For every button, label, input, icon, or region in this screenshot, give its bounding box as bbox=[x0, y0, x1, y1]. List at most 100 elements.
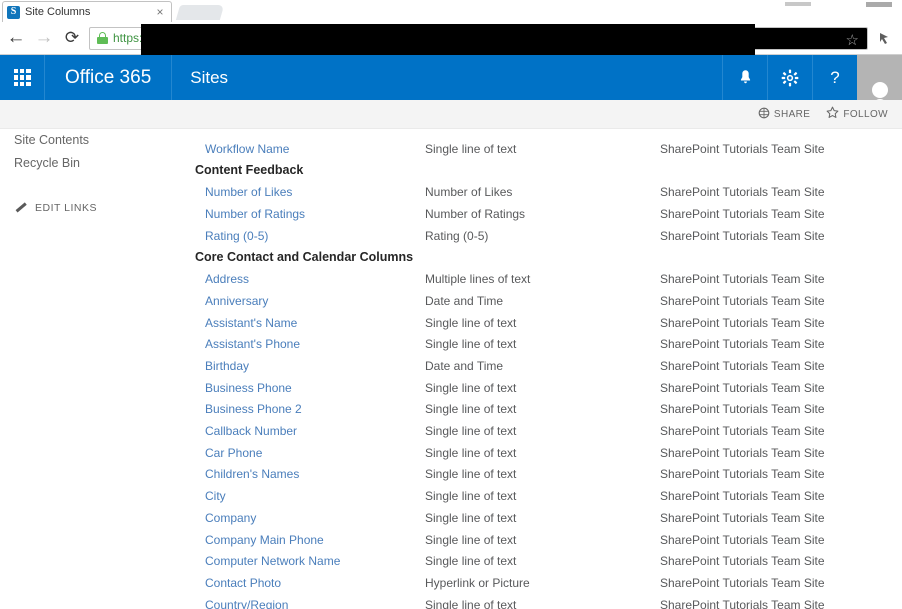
avatar[interactable] bbox=[857, 55, 902, 100]
column-name-link[interactable]: Anniversary bbox=[205, 294, 268, 308]
column-name-link[interactable]: Company Main Phone bbox=[205, 533, 324, 547]
column-source-cell: SharePoint Tutorials Team Site bbox=[660, 575, 825, 590]
column-name-link[interactable]: Assistant's Phone bbox=[205, 337, 300, 351]
column-source-cell: SharePoint Tutorials Team Site bbox=[660, 424, 825, 439]
column-source-cell: SharePoint Tutorials Team Site bbox=[660, 206, 825, 221]
table-row: Birthday Date and Time SharePoint Tutorial… bbox=[195, 355, 902, 377]
follow-button[interactable]: FOLLOW bbox=[826, 106, 888, 122]
column-name-link[interactable]: Car Phone bbox=[205, 446, 262, 460]
tab-title: Site Columns bbox=[25, 6, 91, 18]
column-name-cell: Callback Number bbox=[195, 424, 425, 438]
table-row: Anniversary Date and Time SharePoint Tutor… bbox=[195, 290, 902, 312]
sidebar-item-recycle-bin[interactable]: Recycle Bin bbox=[14, 152, 195, 175]
column-name-cell: Rating (0-5) bbox=[195, 229, 425, 243]
table-row bbox=[195, 129, 902, 138]
column-name-link[interactable]: Birthday bbox=[205, 359, 249, 373]
share-button[interactable]: SHARE bbox=[758, 107, 810, 122]
table-row: Assistant's Name Single line of text Share… bbox=[195, 312, 902, 334]
extension-icon[interactable] bbox=[874, 24, 898, 52]
table-row: Business Phone Single line of text SharePo… bbox=[195, 377, 902, 399]
table-row: Number of Likes Number of Likes SharePoint… bbox=[195, 181, 902, 203]
column-source-cell: SharePoint Tutorials Team Site bbox=[660, 315, 825, 330]
tab-strip: Site Columns × bbox=[0, 0, 902, 22]
app-launcher-button[interactable] bbox=[0, 55, 45, 100]
column-name-link[interactable]: Business Phone 2 bbox=[205, 402, 302, 416]
column-name-link[interactable]: Number of Ratings bbox=[205, 207, 305, 221]
table-row: Rating (0-5) Rating (0-5) SharePoint Tutor… bbox=[195, 225, 902, 247]
column-name-link[interactable]: Country/Region bbox=[205, 598, 288, 609]
site-columns-list: Workflow Name Single line of text SharePoi… bbox=[195, 129, 902, 609]
browser-chrome: Site Columns × ← → ⟳ https: ☆ bbox=[0, 0, 902, 55]
column-source-cell: SharePoint Tutorials Team Site bbox=[660, 380, 825, 395]
help-icon[interactable]: ? bbox=[812, 55, 857, 100]
column-source-cell: SharePoint Tutorials Team Site bbox=[660, 185, 825, 200]
gear-icon[interactable] bbox=[767, 55, 812, 100]
column-source-cell: SharePoint Tutorials Team Site bbox=[660, 141, 825, 156]
column-source-cell: SharePoint Tutorials Team Site bbox=[660, 228, 825, 243]
share-icon bbox=[758, 107, 770, 122]
column-type-cell: Rating (0-5) bbox=[425, 228, 489, 243]
edit-links-button[interactable]: EDIT LINKS bbox=[14, 201, 195, 214]
column-name-cell: Address bbox=[195, 272, 425, 286]
sites-link[interactable]: Sites bbox=[172, 55, 246, 100]
column-name-cell: Anniversary bbox=[195, 294, 425, 308]
column-source-cell: SharePoint Tutorials Team Site bbox=[660, 272, 825, 287]
column-name-cell: Country/Region bbox=[195, 598, 425, 609]
share-label: SHARE bbox=[773, 108, 811, 120]
column-name-link[interactable]: Contact Photo bbox=[205, 576, 281, 590]
column-source-cell: SharePoint Tutorials Team Site bbox=[660, 597, 825, 609]
sidebar-item-site-contents[interactable]: Site Contents bbox=[14, 129, 195, 152]
new-tab-button[interactable] bbox=[175, 5, 225, 20]
column-name-cell: Children's Names bbox=[195, 467, 425, 481]
column-source-cell: SharePoint Tutorials Team Site bbox=[660, 489, 825, 504]
column-type-cell: Single line of text bbox=[425, 597, 517, 609]
column-source-cell: SharePoint Tutorials Team Site bbox=[660, 510, 825, 525]
column-name-link[interactable]: Number of Likes bbox=[205, 185, 292, 199]
column-name-cell: Business Phone bbox=[195, 381, 425, 395]
follow-label: FOLLOW bbox=[843, 108, 888, 120]
group-header-row: Core Contact and Calendar Columns bbox=[195, 246, 902, 268]
table-row: Company Main Phone Single line of text Sha… bbox=[195, 529, 902, 551]
column-name-link[interactable]: Assistant's Name bbox=[205, 316, 297, 330]
column-name-link[interactable]: Children's Names bbox=[205, 467, 299, 481]
column-source-cell: SharePoint Tutorials Team Site bbox=[660, 402, 825, 417]
column-name-cell: Assistant's Phone bbox=[195, 337, 425, 351]
back-icon[interactable]: ← bbox=[2, 24, 30, 52]
group-label: Core Contact and Calendar Columns bbox=[195, 250, 414, 265]
column-type-cell: Number of Likes bbox=[425, 185, 513, 200]
avatar-silhouette-icon bbox=[871, 82, 888, 98]
column-name-cell: City bbox=[195, 489, 425, 503]
column-name-link[interactable]: Business Phone bbox=[205, 381, 292, 395]
column-source-cell: SharePoint Tutorials Team Site bbox=[660, 467, 825, 482]
star-outline-icon bbox=[826, 106, 839, 122]
column-name-cell: Workflow Name bbox=[195, 142, 425, 156]
column-name-link[interactable]: City bbox=[205, 489, 226, 503]
left-navigation: Site Contents Recycle Bin EDIT LINKS bbox=[0, 129, 195, 609]
column-name-link[interactable]: Callback Number bbox=[205, 424, 297, 438]
column-name-link[interactable]: Address bbox=[205, 272, 249, 286]
office365-suite-bar: Office 365 Sites ? bbox=[0, 55, 902, 100]
column-type-cell: Single line of text bbox=[425, 424, 517, 439]
url-redaction-overlay bbox=[141, 24, 755, 55]
table-row: Company Single line of text SharePoint Tut… bbox=[195, 507, 902, 529]
forward-icon[interactable]: → bbox=[30, 24, 58, 52]
site-columns-rows: Workflow Name Single line of text SharePoi… bbox=[195, 129, 902, 609]
column-name-cell: Car Phone bbox=[195, 446, 425, 460]
column-type-cell: Single line of text bbox=[425, 315, 517, 330]
column-name-link[interactable]: Company bbox=[205, 511, 256, 525]
column-name-link[interactable]: Computer Network Name bbox=[205, 554, 340, 568]
table-row: Car Phone Single line of text SharePoint T… bbox=[195, 442, 902, 464]
column-type-cell: Single line of text bbox=[425, 402, 517, 417]
column-name-link[interactable]: Workflow Name bbox=[205, 142, 289, 156]
column-source-cell: SharePoint Tutorials Team Site bbox=[660, 359, 825, 374]
browser-tab[interactable]: Site Columns × bbox=[2, 1, 172, 22]
reload-icon[interactable]: ⟳ bbox=[58, 24, 86, 52]
column-name-link[interactable]: Rating (0-5) bbox=[205, 229, 268, 243]
pencil-icon bbox=[14, 201, 27, 214]
close-icon[interactable]: × bbox=[153, 5, 167, 19]
command-bar: SHARE FOLLOW bbox=[0, 100, 902, 129]
office365-brand[interactable]: Office 365 bbox=[45, 55, 173, 100]
bookmark-star-icon[interactable]: ☆ bbox=[846, 31, 859, 49]
column-name-cell: Number of Ratings bbox=[195, 207, 425, 221]
notifications-icon[interactable] bbox=[722, 55, 767, 100]
